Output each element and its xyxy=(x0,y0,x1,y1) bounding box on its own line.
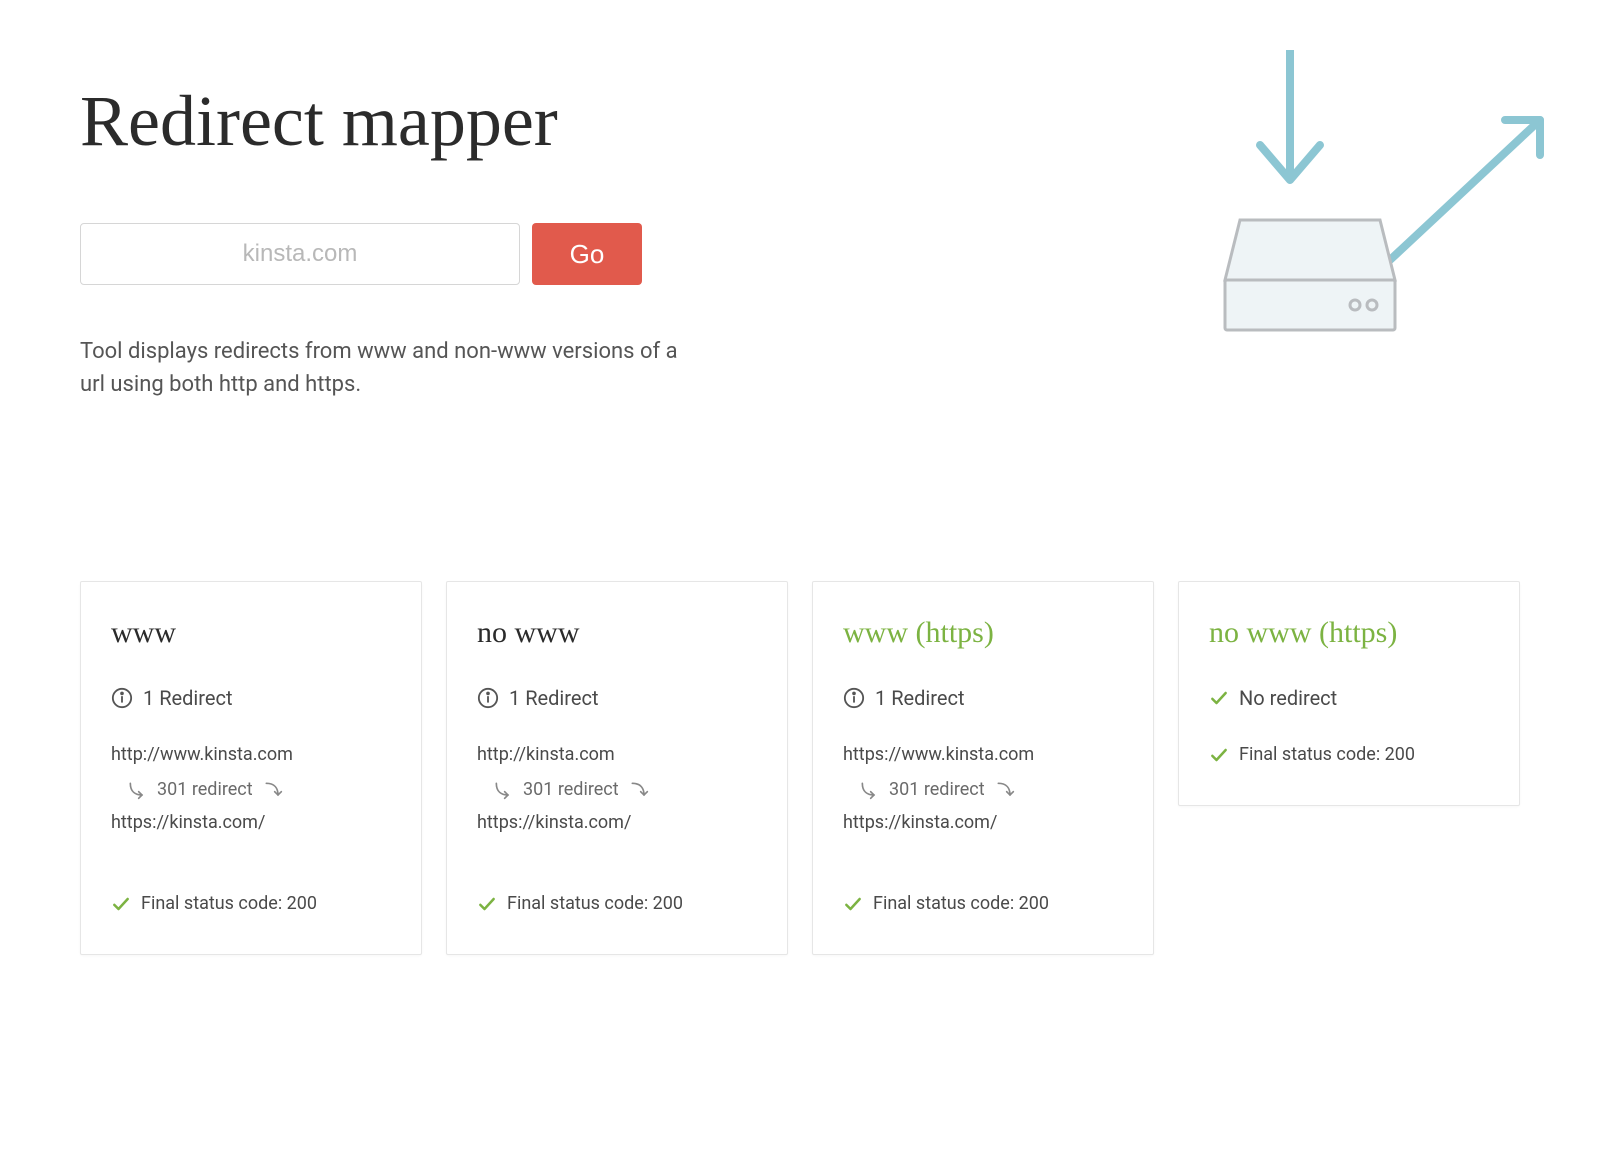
summary-text: 1 Redirect xyxy=(875,686,964,710)
card-title: no www xyxy=(477,616,757,650)
redirect-label: 301 redirect xyxy=(157,779,253,800)
check-icon xyxy=(1209,688,1229,708)
url-original: http://kinsta.com xyxy=(477,744,757,765)
redirect-step: 301 redirect xyxy=(127,779,391,800)
server-illustration xyxy=(1140,50,1560,370)
url-original: http://www.kinsta.com xyxy=(111,744,391,765)
redirect-arrow-icon xyxy=(629,780,649,800)
url-final: https://kinsta.com/ xyxy=(111,812,391,833)
url-original: https://www.kinsta.com xyxy=(843,744,1123,765)
page-title: Redirect mapper xyxy=(80,80,780,163)
final-status: Final status code: 200 xyxy=(111,893,391,914)
tool-description: Tool displays redirects from www and non… xyxy=(80,335,680,401)
result-card-no-www-https: no www (https) No redirect Final status … xyxy=(1178,581,1520,806)
redirect-summary: No redirect xyxy=(1209,686,1489,710)
check-icon xyxy=(111,894,131,914)
summary-text: 1 Redirect xyxy=(509,686,598,710)
info-icon xyxy=(111,687,133,709)
redirect-label: 301 redirect xyxy=(523,779,619,800)
summary-text: 1 Redirect xyxy=(143,686,232,710)
redirect-summary: 1 Redirect xyxy=(111,686,391,710)
redirect-step: 301 redirect xyxy=(493,779,757,800)
check-icon xyxy=(843,894,863,914)
redirect-arrow-icon xyxy=(493,780,513,800)
final-status-text: Final status code: 200 xyxy=(1239,744,1415,765)
check-icon xyxy=(477,894,497,914)
redirect-summary: 1 Redirect xyxy=(477,686,757,710)
final-status: Final status code: 200 xyxy=(1209,744,1489,765)
info-icon xyxy=(843,687,865,709)
final-status: Final status code: 200 xyxy=(843,893,1123,914)
final-status: Final status code: 200 xyxy=(477,893,757,914)
url-input[interactable] xyxy=(80,223,520,285)
search-row: Go xyxy=(80,223,780,285)
url-final: https://kinsta.com/ xyxy=(477,812,757,833)
go-button[interactable]: Go xyxy=(532,223,642,285)
final-status-text: Final status code: 200 xyxy=(507,893,683,914)
redirect-arrow-icon xyxy=(263,780,283,800)
redirect-summary: 1 Redirect xyxy=(843,686,1123,710)
redirect-step: 301 redirect xyxy=(859,779,1123,800)
card-title: www xyxy=(111,616,391,650)
result-card-www: www 1 Redirect http://www.kinsta.com 301… xyxy=(80,581,422,955)
final-status-text: Final status code: 200 xyxy=(873,893,1049,914)
result-card-no-www: no www 1 Redirect http://kinsta.com 301 … xyxy=(446,581,788,955)
card-title: no www (https) xyxy=(1209,616,1489,650)
card-title: www (https) xyxy=(843,616,1123,650)
result-card-www-https: www (https) 1 Redirect https://www.kinst… xyxy=(812,581,1154,955)
info-icon xyxy=(477,687,499,709)
results-row: www 1 Redirect http://www.kinsta.com 301… xyxy=(80,581,1520,955)
redirect-arrow-icon xyxy=(127,780,147,800)
url-final: https://kinsta.com/ xyxy=(843,812,1123,833)
check-icon xyxy=(1209,745,1229,765)
redirect-arrow-icon xyxy=(859,780,879,800)
redirect-label: 301 redirect xyxy=(889,779,985,800)
final-status-text: Final status code: 200 xyxy=(141,893,317,914)
summary-text: No redirect xyxy=(1239,686,1337,710)
redirect-arrow-icon xyxy=(995,780,1015,800)
